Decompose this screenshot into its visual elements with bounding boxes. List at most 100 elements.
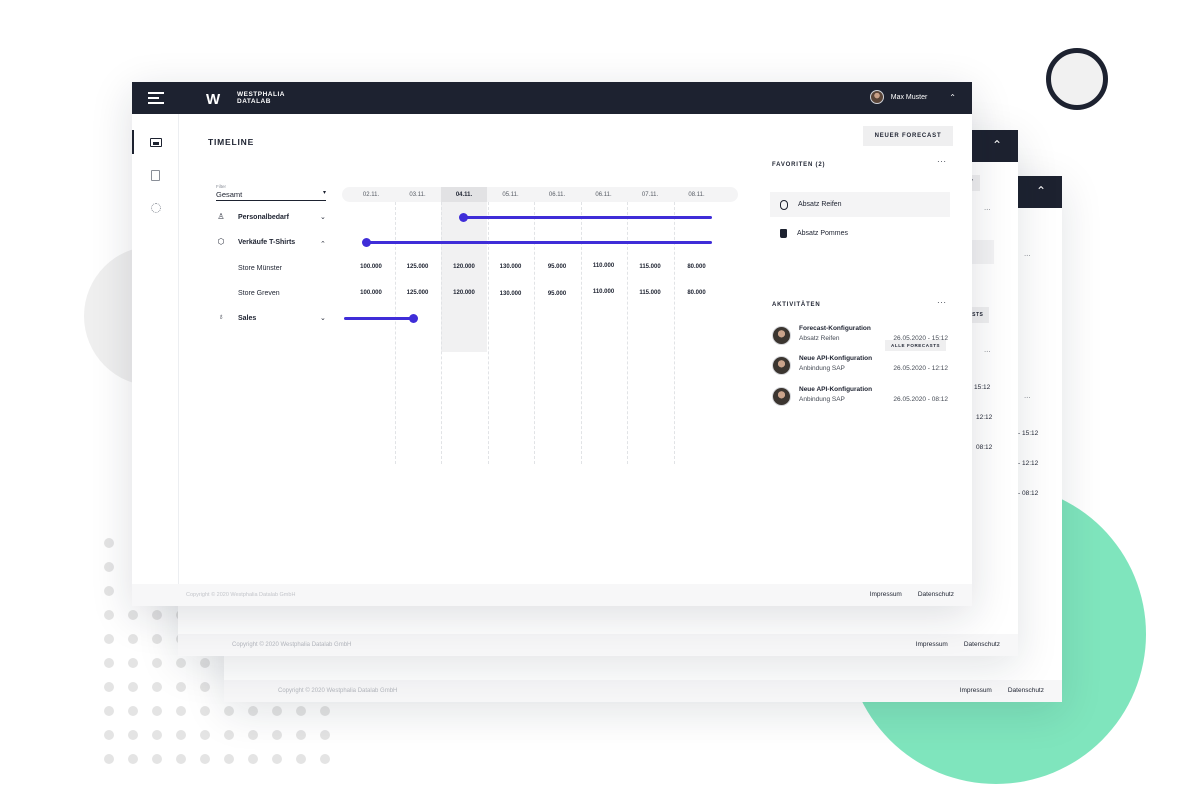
value-cell: 110.000 <box>592 263 615 269</box>
ghost-time: 12:12 <box>976 414 993 421</box>
activity-item[interactable]: Forecast-Konfiguration Absatz Reifen 26.… <box>772 325 948 349</box>
sub-row-label-muenster: Store Münster <box>238 265 282 272</box>
decorative-dot <box>296 754 306 764</box>
decorative-dot <box>320 730 330 740</box>
favorites-more-icon[interactable]: ··· <box>937 157 947 166</box>
row-label-verkaeufe[interactable]: Verkäufe T-Shirts <box>238 239 295 246</box>
decorative-dot <box>104 706 114 716</box>
decorative-dot <box>104 754 114 764</box>
activity-item[interactable]: Neue API-Konfiguration Anbindung SAP 26.… <box>772 355 948 379</box>
hamburger-menu-icon[interactable] <box>148 92 164 104</box>
date-column-header[interactable]: 07.11. <box>627 187 673 202</box>
decorative-dot <box>128 682 138 692</box>
decorative-dot <box>128 754 138 764</box>
date-column-header[interactable]: 06.11. <box>534 187 580 202</box>
favorite-item[interactable]: Absatz Reifen <box>770 192 950 217</box>
decorative-dot <box>104 682 114 692</box>
ghost-time: - 08:12 <box>1018 490 1039 497</box>
decorative-dot <box>152 706 162 716</box>
date-column-header[interactable]: 04.11. <box>441 187 487 202</box>
filter-select[interactable]: Filter Gesamt ▾ <box>216 184 326 201</box>
timeline-handle[interactable] <box>459 213 468 222</box>
date-column-header[interactable]: 06.11. <box>581 187 627 202</box>
decorative-dot <box>296 706 306 716</box>
sidebar-item-documents[interactable] <box>132 159 179 191</box>
decorative-dot <box>176 682 186 692</box>
decorative-dot <box>176 658 186 668</box>
tire-icon <box>780 199 788 210</box>
decorative-dot <box>296 730 306 740</box>
activity-title: Neue API-Konfiguration <box>799 386 873 393</box>
window-footer: Copyright © 2020 Westphalia Datalab GmbH… <box>178 634 1018 656</box>
more-icon: ··· <box>984 348 991 355</box>
decorative-dot <box>176 706 186 716</box>
user-menu[interactable]: Max Muster ⌃ <box>869 90 956 104</box>
ghost-time: - 15:12 <box>970 384 991 391</box>
chevron-down-icon[interactable]: ⌄ <box>320 213 326 221</box>
content-area: TIMELINE NEUER FORECAST Filter Gesamt ▾ … <box>179 114 972 584</box>
favorite-label: Absatz Reifen <box>798 201 842 208</box>
ghost-time: - 12:12 <box>1018 460 1039 467</box>
decorative-ring <box>1046 48 1108 110</box>
decorative-dot <box>272 730 282 740</box>
settings-icon <box>150 203 161 213</box>
document-icon <box>151 169 160 181</box>
impressum-link[interactable]: Impressum <box>870 591 902 598</box>
timeline-bar-personalbedarf[interactable] <box>464 216 712 219</box>
date-column-header[interactable]: 08.11. <box>674 187 720 202</box>
logo-icon: W <box>206 91 220 108</box>
activity-date: 26.05.2020 - 15:12 <box>893 335 948 342</box>
ghost-time: 08:12 <box>976 444 993 451</box>
row-label-sales[interactable]: Sales <box>238 315 256 322</box>
fries-icon <box>780 229 787 238</box>
decorative-dot <box>152 610 162 620</box>
chevron-down-icon[interactable]: ⌄ <box>320 314 326 322</box>
chevron-up-icon: ⌃ <box>949 92 956 102</box>
date-column-header[interactable]: 03.11. <box>395 187 441 202</box>
decorative-dot <box>104 658 114 668</box>
activities-more-icon[interactable]: ··· <box>937 298 947 307</box>
decorative-dot <box>200 658 210 668</box>
datenschutz-link[interactable]: Datenschutz <box>964 641 1000 648</box>
timeline-handle[interactable] <box>362 238 371 247</box>
copyright-text: Copyright © 2020 Westphalia Datalab GmbH <box>278 688 398 694</box>
value-cell: 130.000 <box>499 291 522 297</box>
decorative-dot <box>128 658 138 668</box>
activity-item[interactable]: Neue API-Konfiguration Anbindung SAP 26.… <box>772 386 948 410</box>
sidebar-item-dashboard[interactable] <box>132 126 179 158</box>
favorites-title: FAVORITEN (2) <box>772 162 826 168</box>
page-title: TIMELINE <box>208 137 255 147</box>
copyright-text: Copyright © 2020 Westphalia Datalab GmbH <box>232 642 352 648</box>
value-cell: 80.000 <box>687 290 706 296</box>
decorative-dot <box>152 658 162 668</box>
value-cell: 80.000 <box>687 264 706 270</box>
timeline-bar-verkaeufe[interactable] <box>367 241 712 244</box>
date-column-header[interactable]: 05.11. <box>488 187 534 202</box>
ghost-time: - 15:12 <box>1018 430 1039 437</box>
decorative-dot <box>152 634 162 644</box>
impressum-link[interactable]: Impressum <box>960 687 992 694</box>
avatar <box>869 90 884 104</box>
decorative-dot <box>176 754 186 764</box>
timeline-handle[interactable] <box>409 314 418 323</box>
date-column-header[interactable]: 02.11. <box>348 187 394 202</box>
decorative-dot <box>200 730 210 740</box>
favorite-item[interactable]: Absatz Pommes <box>770 221 950 246</box>
caret-down-icon: ▾ <box>322 190 326 196</box>
datenschutz-link[interactable]: Datenschutz <box>1008 687 1044 694</box>
value-cell: 100.000 <box>360 290 382 296</box>
decorative-dot <box>104 562 114 572</box>
row-label-personalbedarf[interactable]: Personalbedarf <box>238 214 289 221</box>
impressum-link[interactable]: Impressum <box>916 641 948 648</box>
decorative-dot <box>200 754 210 764</box>
datenschutz-link[interactable]: Datenschutz <box>918 591 954 598</box>
timeline-bar-sales[interactable] <box>344 317 414 320</box>
money-bag-icon: ♁ <box>218 312 224 321</box>
chevron-up-icon[interactable]: ⌃ <box>320 240 326 248</box>
new-forecast-button[interactable]: NEUER FORECAST <box>863 126 953 146</box>
user-name: Max Muster <box>890 93 928 101</box>
decorative-dot <box>320 754 330 764</box>
value-cell: 130.000 <box>499 264 522 270</box>
decorative-dot <box>272 706 282 716</box>
sidebar-item-settings[interactable] <box>132 192 179 224</box>
